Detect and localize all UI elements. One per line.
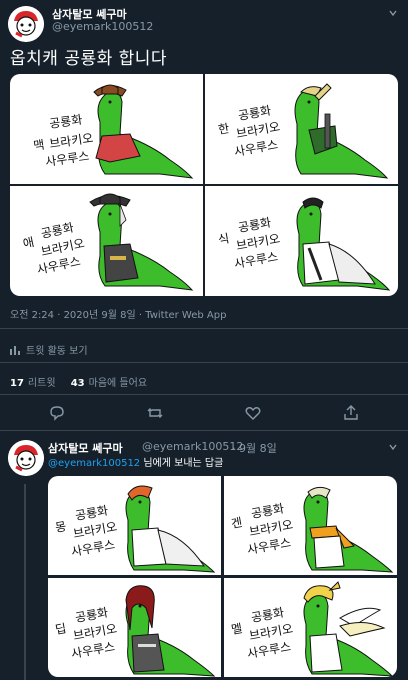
panel-line1: 공룡화: [74, 605, 109, 625]
retweet-icon[interactable]: [146, 404, 166, 424]
author-avatar[interactable]: [8, 6, 44, 42]
retweets-label: 리트윗: [27, 378, 56, 389]
panel-line3: 사우루스: [233, 249, 279, 270]
panel-prefix: 몽: [54, 519, 67, 535]
panel-2-caption: 한 공룡화 브라키오 사우루스: [217, 103, 281, 159]
avatar-image: [8, 440, 44, 476]
reply-date[interactable]: · 9월 8일: [232, 440, 277, 456]
divider: [0, 328, 408, 329]
tweet-media-grid[interactable]: 맥 공룡화 브라키오 사우루스 한 공룡화 브라키오 사우루스 애 공룡화 브라…: [10, 74, 398, 296]
reply-media-panel-2[interactable]: 겐 공룡화 브라키오 사우루스: [224, 476, 397, 575]
tweet-text: 옵치캐 공룡화 합니다: [10, 49, 168, 69]
reply-media-grid[interactable]: 몽 공룡화 브라키오 사우루스 겐 공룡화 브라키오 사우루스 딥 공룡화 브라…: [48, 476, 397, 677]
bar-chart-icon: [10, 345, 20, 358]
panel-prefix: 식: [217, 231, 230, 247]
retweets-stat[interactable]: 17 리트윗: [10, 378, 56, 389]
divider: [0, 430, 408, 431]
chevron-down-icon[interactable]: [388, 442, 398, 455]
panel-line3: 사우루스: [246, 639, 292, 660]
reply-mention-link[interactable]: @eyemark100512: [48, 458, 140, 469]
panel-line1: 공룡화: [237, 215, 272, 235]
panel-line2: 브라키오: [48, 131, 94, 151]
tweet-activity-link[interactable]: 트윗 활동 보기: [10, 342, 88, 358]
panel-prefix: 겐: [230, 515, 243, 531]
panel-line1: 공룡화: [48, 112, 83, 130]
panel-prefix: 맥: [32, 138, 45, 153]
media-panel-4[interactable]: 식 공룡화 브라키오 사우루스: [205, 186, 398, 296]
likes-count: 43: [70, 378, 85, 389]
panel-1-caption: 맥 공룡화 브라키오 사우루스: [32, 112, 94, 169]
media-panel-3[interactable]: 애 공룡화 브라키오 사우루스: [10, 186, 203, 296]
reply-panel-4-caption: 멜 공룡화 브라키오 사우루스: [230, 605, 294, 661]
likes-stat[interactable]: 43 마음에 들어요: [71, 378, 147, 389]
panel-prefix: 멜: [230, 621, 243, 637]
divider: [0, 394, 408, 395]
panel-prefix: 딥: [54, 621, 67, 637]
panel-line1: 공룡화: [250, 605, 285, 625]
reply-author-avatar[interactable]: [8, 440, 44, 476]
panel-prefix: 한: [217, 121, 230, 137]
reply-panel-2-caption: 겐 공룡화 브라키오 사우루스: [230, 501, 294, 557]
replying-to: @eyemark100512 님에게 보내는 답글: [48, 454, 223, 469]
panel-line1: 공룡화: [237, 103, 272, 123]
tweet-stats: 17 리트윗 43 마음에 들어요: [10, 374, 159, 389]
reply-media-panel-1[interactable]: 몽 공룡화 브라키오 사우루스: [48, 476, 221, 575]
panel-line3: 사우루스: [44, 149, 90, 169]
panel-line3: 사우루스: [70, 537, 116, 558]
panel-4-caption: 식 공룡화 브라키오 사우루스: [217, 215, 281, 271]
panel-line1: 공룡화: [74, 503, 109, 523]
likes-label: 마음에 들어요: [88, 378, 148, 389]
reply-media-panel-3[interactable]: 딥 공룡화 브라키오 사우루스: [48, 578, 221, 677]
retweets-count: 17: [10, 378, 24, 389]
reply-icon[interactable]: [48, 404, 68, 424]
panel-line3: 사우루스: [70, 639, 116, 660]
heart-icon[interactable]: [244, 404, 264, 424]
author-handle[interactable]: @eyemark100512: [52, 20, 153, 33]
activity-label: 트윗 활동 보기: [26, 346, 88, 357]
divider: [0, 362, 408, 363]
tweet-timestamp[interactable]: 오전 2:24 · 2020년 9월 8일 · Twitter Web App: [10, 306, 226, 321]
panel-line1: 공룡화: [40, 220, 75, 241]
reply-to-label: 님에게 보내는 답글: [140, 458, 224, 469]
panel-prefix: 애: [22, 235, 36, 251]
reply-media-panel-4[interactable]: 멜 공룡화 브라키오 사우루스: [224, 578, 397, 677]
panel-3-caption: 애 공룡화 브라키오 사우루스: [22, 220, 86, 277]
thread-line: [24, 484, 26, 680]
panel-line3: 사우루스: [246, 535, 292, 556]
panel-line1: 공룡화: [250, 501, 285, 521]
avatar-image: [8, 6, 44, 42]
media-panel-1[interactable]: 맥 공룡화 브라키오 사우루스: [10, 74, 203, 184]
reply-author-handle[interactable]: @eyemark100512: [142, 440, 243, 453]
reply-panel-3-caption: 딥 공룡화 브라키오 사우루스: [54, 605, 118, 661]
tweet-actions: [0, 404, 408, 426]
reply-panel-1-caption: 몽 공룡화 브라키오 사우루스: [54, 503, 118, 559]
share-icon[interactable]: [342, 404, 362, 424]
media-panel-2[interactable]: 한 공룡화 브라키오 사우루스: [205, 74, 398, 184]
chevron-down-icon[interactable]: [388, 8, 398, 21]
panel-line3: 사우루스: [233, 137, 279, 158]
